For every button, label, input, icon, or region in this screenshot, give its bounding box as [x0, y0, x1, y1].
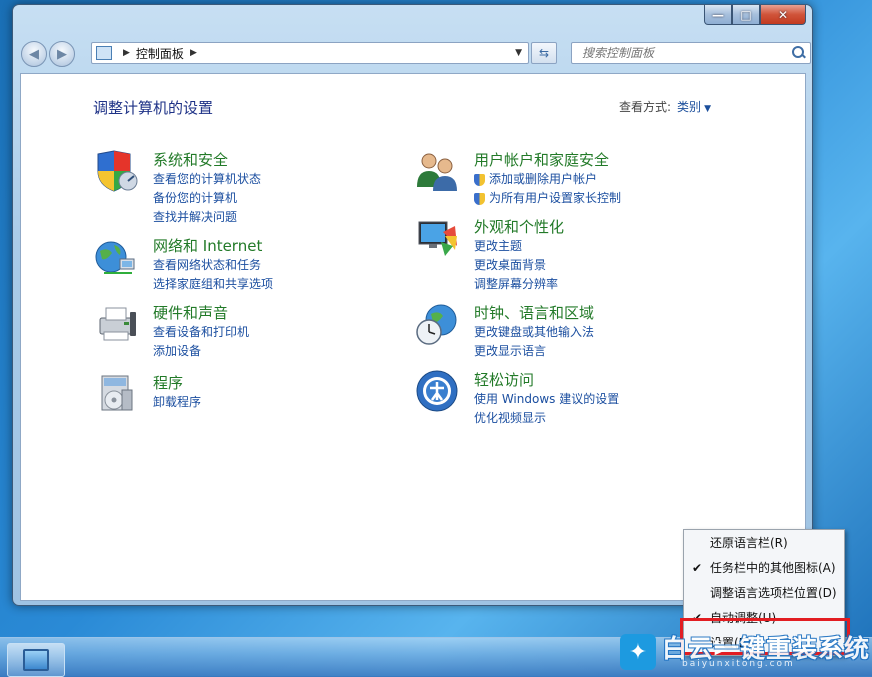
- back-button[interactable]: ◀: [21, 41, 47, 67]
- link-add-device[interactable]: 添加设备: [153, 342, 249, 361]
- address-bar[interactable]: ▶ 控制面板 ▶ ▼: [91, 42, 529, 64]
- category-title[interactable]: 外观和个性化: [474, 216, 564, 237]
- breadcrumb-chevron-icon[interactable]: ▶: [123, 48, 130, 58]
- search-icon[interactable]: [791, 46, 805, 60]
- link-change-keyboard[interactable]: 更改键盘或其他输入法: [474, 323, 594, 342]
- link-screen-resolution[interactable]: 调整屏幕分辨率: [474, 275, 558, 294]
- view-by-dropdown[interactable]: 类别: [677, 100, 701, 114]
- clock-globe-icon: [415, 302, 459, 346]
- forward-button[interactable]: ▶: [49, 41, 75, 67]
- caption-buttons: — □ ✕: [704, 5, 806, 25]
- navigation-bar: ◀ ▶ ▶ 控制面板 ▶ ▼ ⇆: [21, 39, 806, 67]
- check-icon: ✔: [684, 561, 710, 575]
- page-title: 调整计算机的设置: [93, 97, 213, 118]
- link-windows-recommended[interactable]: 使用 Windows 建议的设置: [474, 390, 619, 409]
- chevron-down-icon[interactable]: ▼: [704, 104, 711, 114]
- minimize-button[interactable]: —: [704, 5, 732, 25]
- uac-shield-icon: [474, 193, 485, 205]
- link-add-remove-accounts[interactable]: 添加或删除用户帐户: [474, 170, 621, 189]
- search-box[interactable]: [571, 42, 811, 64]
- link-view-computer-status[interactable]: 查看您的计算机状态: [153, 170, 261, 189]
- bird-logo-icon: ✦: [620, 634, 656, 670]
- menu-item-restore-language-bar[interactable]: 还原语言栏(R): [684, 530, 844, 555]
- link-uninstall-program[interactable]: 卸载程序: [153, 393, 201, 412]
- appearance-icon: [415, 216, 459, 260]
- category-title[interactable]: 硬件和声音: [153, 302, 228, 323]
- link-homegroup-sharing[interactable]: 选择家庭组和共享选项: [153, 275, 273, 294]
- forward-arrow-icon: ▶: [57, 47, 67, 62]
- menu-item-adjust-position[interactable]: 调整语言选项栏位置(D): [684, 580, 844, 605]
- breadcrumb-control-panel[interactable]: 控制面板: [136, 45, 184, 62]
- category-title[interactable]: 程序: [153, 372, 183, 393]
- close-button[interactable]: ✕: [760, 5, 806, 25]
- view-by: 查看方式: 类别▼: [619, 98, 711, 115]
- link-troubleshoot[interactable]: 查找并解决问题: [153, 208, 261, 227]
- content-pane: 调整计算机的设置 查看方式: 类别▼ 系统和安全 查看您的计算机状态 备份您的计算…: [20, 73, 806, 601]
- watermark-url: baiyunxitong.com: [682, 659, 795, 669]
- category-title[interactable]: 时钟、语言和区域: [474, 302, 594, 323]
- globe-network-icon: [94, 235, 138, 279]
- link-network-status[interactable]: 查看网络状态和任务: [153, 256, 273, 275]
- link-parental-controls[interactable]: 为所有用户设置家长控制: [474, 189, 621, 208]
- category-title[interactable]: 系统和安全: [153, 149, 228, 170]
- shield-icon: [94, 149, 138, 193]
- category-title[interactable]: 网络和 Internet: [153, 235, 262, 256]
- search-input[interactable]: [580, 45, 791, 61]
- control-panel-icon: [96, 46, 112, 60]
- link-devices-printers[interactable]: 查看设备和打印机: [153, 323, 249, 342]
- link-change-background[interactable]: 更改桌面背景: [474, 256, 558, 275]
- uac-shield-icon: [474, 174, 485, 186]
- breadcrumb-chevron-icon[interactable]: ▶: [190, 48, 197, 58]
- users-icon: [415, 149, 459, 193]
- taskbar-control-panel-button[interactable]: [7, 643, 65, 677]
- refresh-icon: ⇆: [539, 46, 549, 60]
- menu-item-additional-icons[interactable]: ✔ 任务栏中的其他图标(A): [684, 555, 844, 580]
- back-arrow-icon: ◀: [29, 47, 39, 62]
- address-dropdown-icon[interactable]: ▼: [515, 48, 522, 58]
- link-change-display-language[interactable]: 更改显示语言: [474, 342, 594, 361]
- refresh-button[interactable]: ⇆: [531, 42, 557, 64]
- view-by-label: 查看方式:: [619, 100, 671, 114]
- maximize-button[interactable]: □: [732, 5, 760, 25]
- link-backup-computer[interactable]: 备份您的计算机: [153, 189, 261, 208]
- link-change-theme[interactable]: 更改主题: [474, 237, 558, 256]
- category-title[interactable]: 轻松访问: [474, 369, 534, 390]
- link-optimize-video[interactable]: 优化视频显示: [474, 409, 619, 428]
- programs-icon: [94, 372, 138, 416]
- category-title[interactable]: 用户帐户和家庭安全: [474, 149, 609, 170]
- ease-of-access-icon: [415, 369, 459, 413]
- watermark: ✦ 白云一键重装系统 baiyunxitong.com: [620, 628, 872, 676]
- control-panel-icon: [23, 649, 49, 671]
- control-panel-window: — □ ✕ ◀ ▶ ▶ 控制面板 ▶ ▼ ⇆ 调整计算机的设置 查看方式:类别▼: [12, 4, 813, 606]
- printer-icon: [94, 302, 138, 346]
